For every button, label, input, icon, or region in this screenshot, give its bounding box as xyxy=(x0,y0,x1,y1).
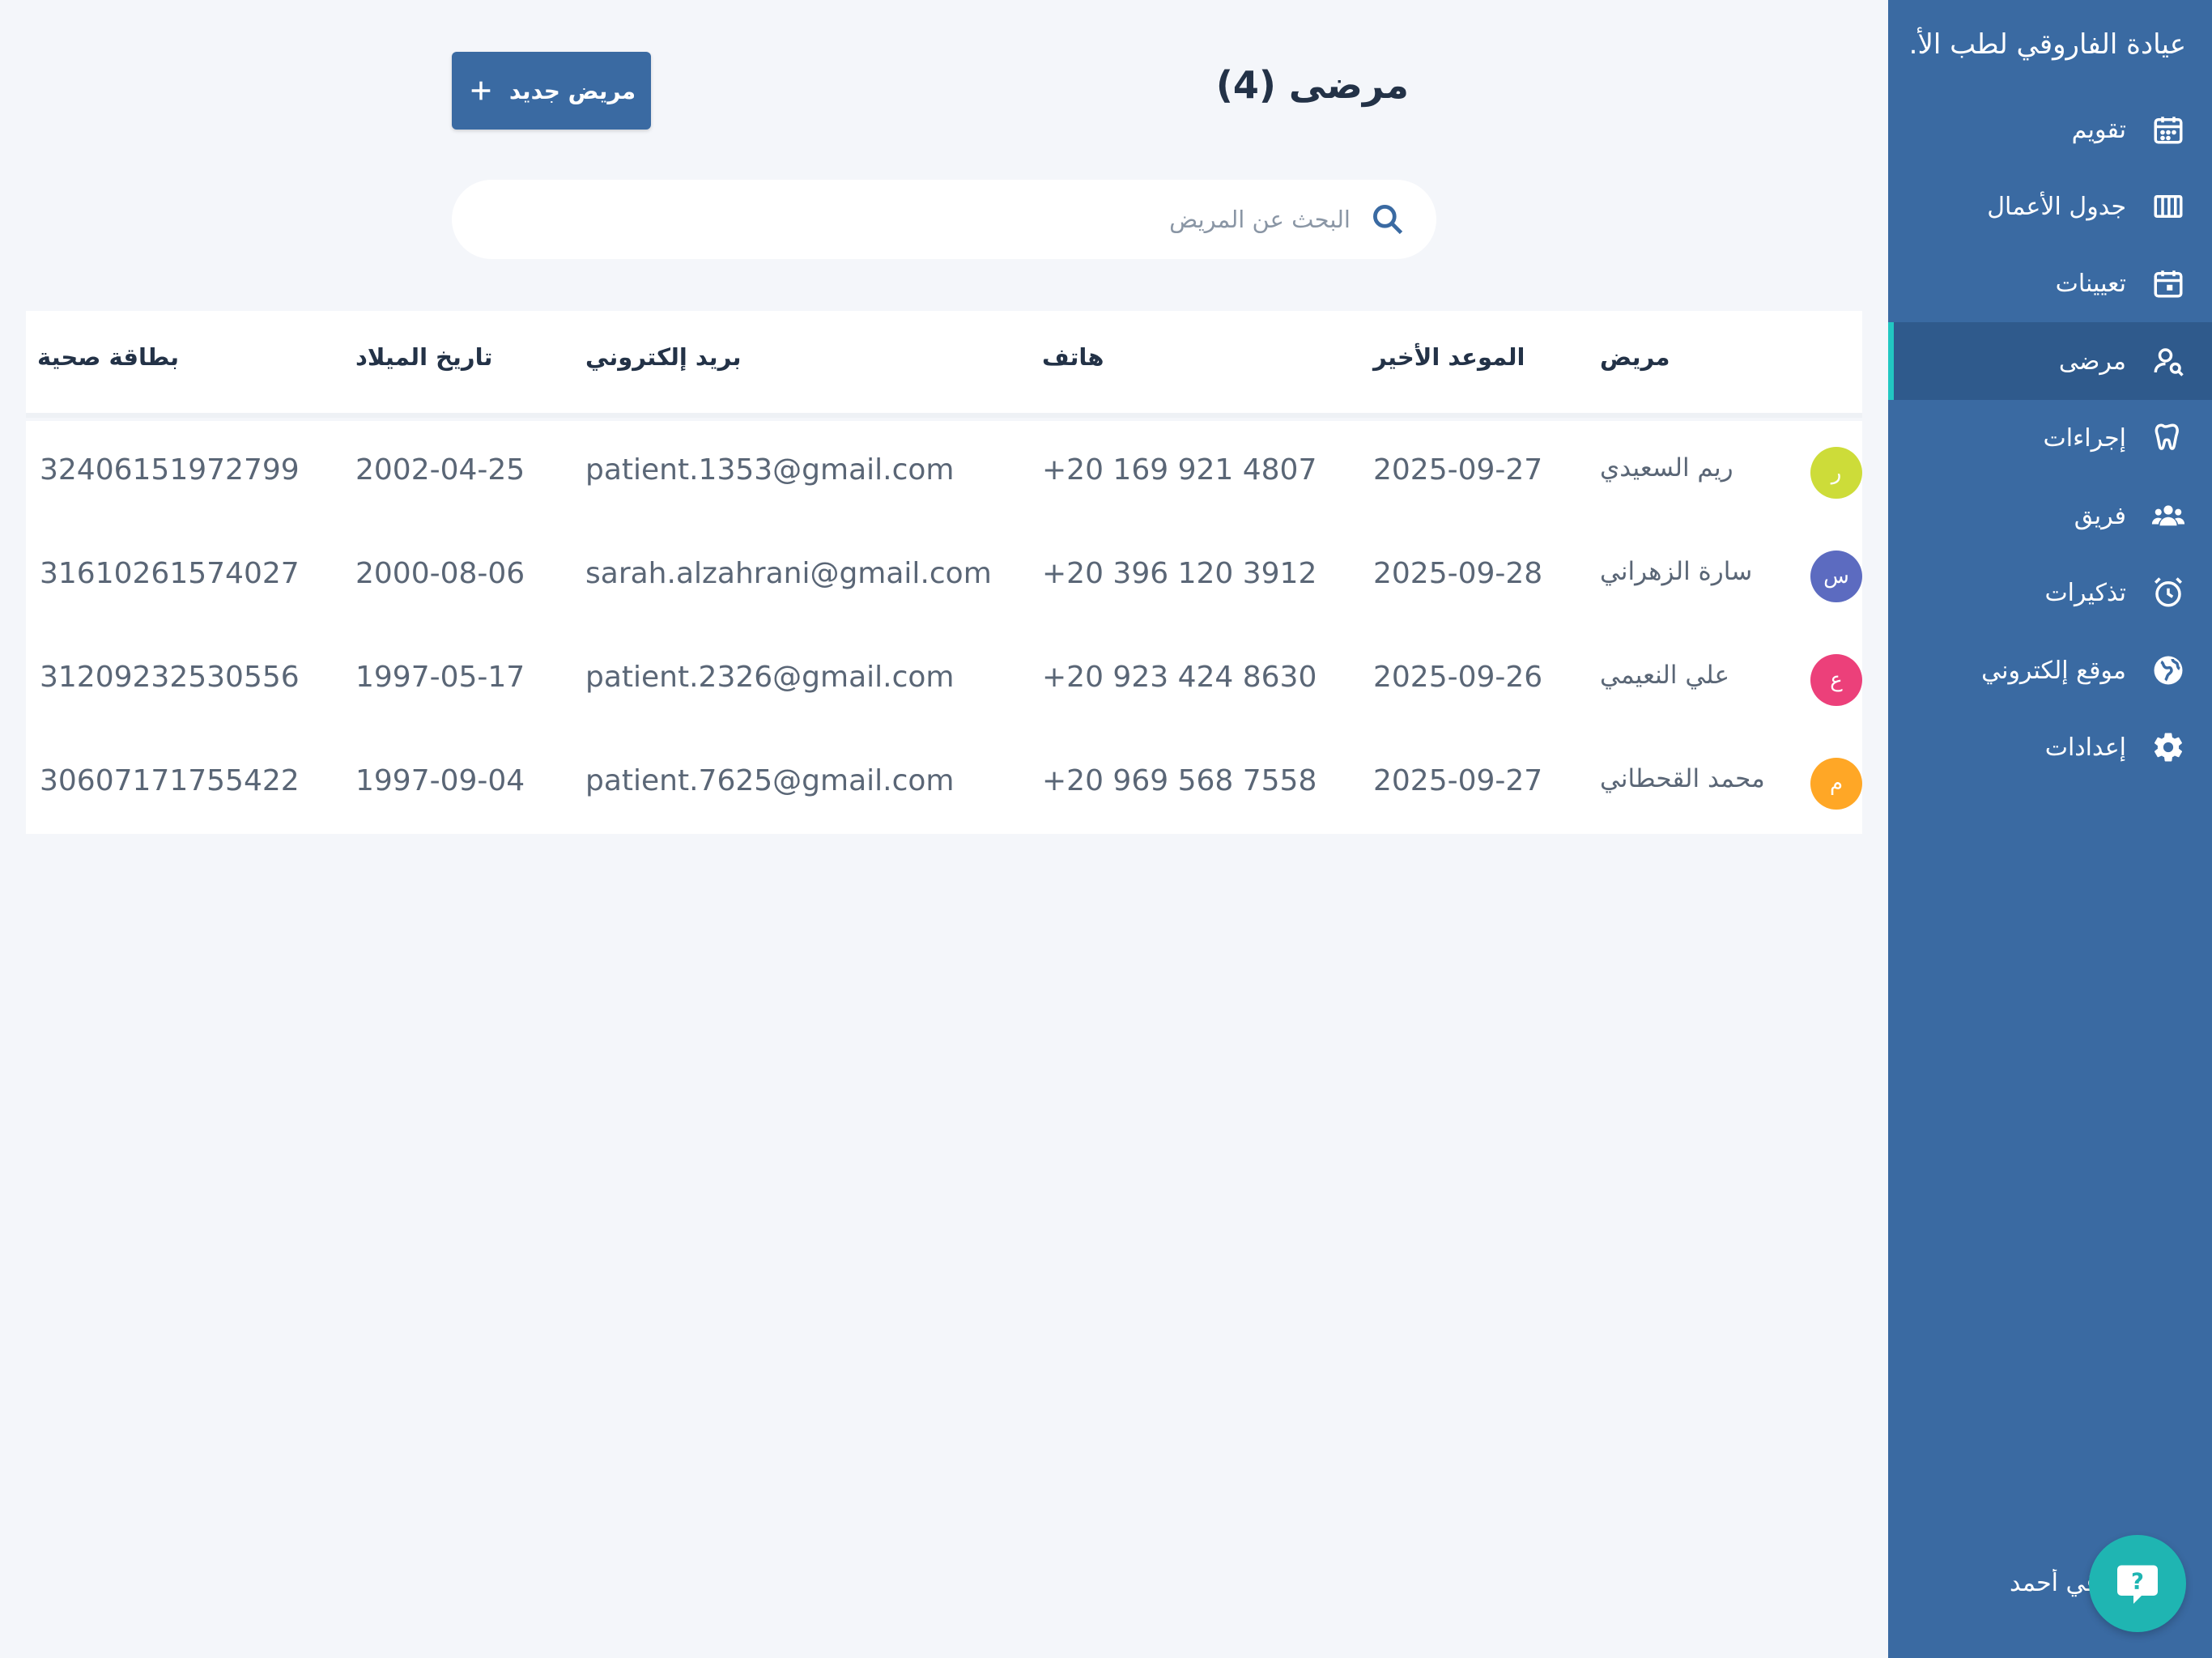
clinic-name: عيادة الفاروقي لطب الأ... xyxy=(1911,28,2186,61)
last-appointment: 2025-09-27 xyxy=(1373,453,1543,487)
svg-text:?: ? xyxy=(2131,1568,2144,1594)
birth-date: 2002-04-25 xyxy=(355,453,525,487)
sidebar-item-label: تعيينات xyxy=(2055,269,2126,298)
table-row[interactable]: س سارة الزهراني 2025-09-28 +20 396 120 3… xyxy=(26,525,1862,628)
health-card: 30607171755422 xyxy=(40,764,300,797)
patient-name[interactable]: سارة الزهراني xyxy=(1600,557,1752,586)
sidebar-item-team[interactable]: فريق xyxy=(1888,477,2212,555)
avatar: س xyxy=(1810,551,1862,602)
health-card: 31209232530556 xyxy=(40,661,300,694)
patient-name[interactable]: علي النعيمي xyxy=(1600,661,1729,690)
table-row[interactable]: ر ريم السعيدي 2025-09-27 +20 169 921 480… xyxy=(26,421,1862,525)
birth-date: 2000-08-06 xyxy=(355,557,525,590)
columns-icon xyxy=(2150,189,2186,224)
column-header-last-appointment[interactable]: الموعد الأخير xyxy=(1373,343,1525,371)
phone: +20 923 424 8630 xyxy=(1042,661,1317,694)
user-search-icon xyxy=(2150,343,2186,379)
new-patient-label: مريض جديد xyxy=(508,77,636,104)
column-header-birth-date[interactable]: تاريخ الميلاد xyxy=(355,343,492,371)
help-button[interactable]: ? xyxy=(2089,1535,2186,1632)
column-header-health-card[interactable]: بطاقة صحية xyxy=(37,343,179,371)
sidebar-item-label: تقويم xyxy=(2071,115,2126,144)
avatar: ع xyxy=(1810,654,1862,706)
page-title: مرضى (4) xyxy=(1215,63,1409,107)
sidebar-item-label: إعدادات xyxy=(2044,733,2126,762)
sidebar-item-label: تذكيرات xyxy=(2044,578,2126,607)
sidebar-item-label: جدول الأعمال xyxy=(1987,192,2126,221)
health-card: 32406151972799 xyxy=(40,453,300,487)
sidebar-item-patients[interactable]: مرضى xyxy=(1888,322,2212,400)
phone: +20 396 120 3912 xyxy=(1042,557,1317,590)
email: patient.7625@gmail.com xyxy=(585,764,955,797)
avatar: م xyxy=(1810,758,1862,810)
sidebar-item-reminders[interactable]: تذكيرات xyxy=(1888,554,2212,631)
calendar-icon xyxy=(2150,112,2186,147)
search-input[interactable] xyxy=(620,194,1352,244)
table-row[interactable]: م محمد القحطاني 2025-09-27 +20 969 568 7… xyxy=(26,732,1862,835)
column-header-email[interactable]: بريد إلكتروني xyxy=(585,343,742,371)
table-body: ر ريم السعيدي 2025-09-27 +20 169 921 480… xyxy=(26,421,1862,834)
plus-icon xyxy=(471,81,491,100)
column-header-patient[interactable]: مريض xyxy=(1600,343,1670,371)
sidebar-item-label: موقع إلكتروني xyxy=(1981,656,2126,685)
sidebar: عيادة الفاروقي لطب الأ... تقويم جدول الأ… xyxy=(1888,0,2212,1658)
last-appointment: 2025-09-27 xyxy=(1373,764,1543,797)
tooth-icon xyxy=(2150,420,2186,456)
help-chat-icon: ? xyxy=(2117,1565,2158,1604)
phone: +20 169 921 4807 xyxy=(1042,453,1317,487)
birth-date: 1997-05-17 xyxy=(355,661,525,694)
table-header: مريض الموعد الأخير هاتف بريد إلكتروني تا… xyxy=(26,311,1862,418)
patient-name[interactable]: محمد القحطاني xyxy=(1600,764,1765,793)
email: patient.1353@gmail.com xyxy=(585,453,955,487)
last-appointment: 2025-09-26 xyxy=(1373,661,1543,694)
sidebar-item-agenda[interactable]: جدول الأعمال xyxy=(1888,168,2212,245)
sidebar-item-label: مرضى xyxy=(2058,346,2126,376)
email: patient.2326@gmail.com xyxy=(585,661,955,694)
column-header-phone[interactable]: هاتف xyxy=(1042,343,1104,371)
health-card: 31610261574027 xyxy=(40,557,300,590)
email: sarah.alzahrani@gmail.com xyxy=(585,557,992,590)
sidebar-item-label: فريق xyxy=(2074,501,2126,530)
phone: +20 969 568 7558 xyxy=(1042,764,1317,797)
sidebar-item-settings[interactable]: إعدادات xyxy=(1888,708,2212,786)
search-icon[interactable] xyxy=(1370,202,1406,237)
gear-icon xyxy=(2150,729,2186,765)
sidebar-item-appointments[interactable]: تعيينات xyxy=(1888,244,2212,322)
calendar-event-icon xyxy=(2150,266,2186,301)
team-icon xyxy=(2150,498,2186,534)
globe-icon xyxy=(2150,653,2186,688)
last-appointment: 2025-09-28 xyxy=(1373,557,1543,590)
sidebar-item-procedures[interactable]: إجراءات xyxy=(1888,399,2212,477)
sidebar-item-label: إجراءات xyxy=(2043,423,2126,453)
new-patient-button[interactable]: مريض جديد xyxy=(452,52,651,130)
birth-date: 1997-09-04 xyxy=(355,764,525,797)
sidebar-item-website[interactable]: موقع إلكتروني xyxy=(1888,631,2212,709)
search-box xyxy=(452,180,1436,259)
alarm-icon xyxy=(2150,575,2186,610)
avatar: ر xyxy=(1810,447,1862,499)
sidebar-item-calendar[interactable]: تقويم xyxy=(1888,91,2212,168)
table-row[interactable]: ع علي النعيمي 2025-09-26 +20 923 424 863… xyxy=(26,628,1862,732)
patient-name[interactable]: ريم السعيدي xyxy=(1600,453,1733,483)
